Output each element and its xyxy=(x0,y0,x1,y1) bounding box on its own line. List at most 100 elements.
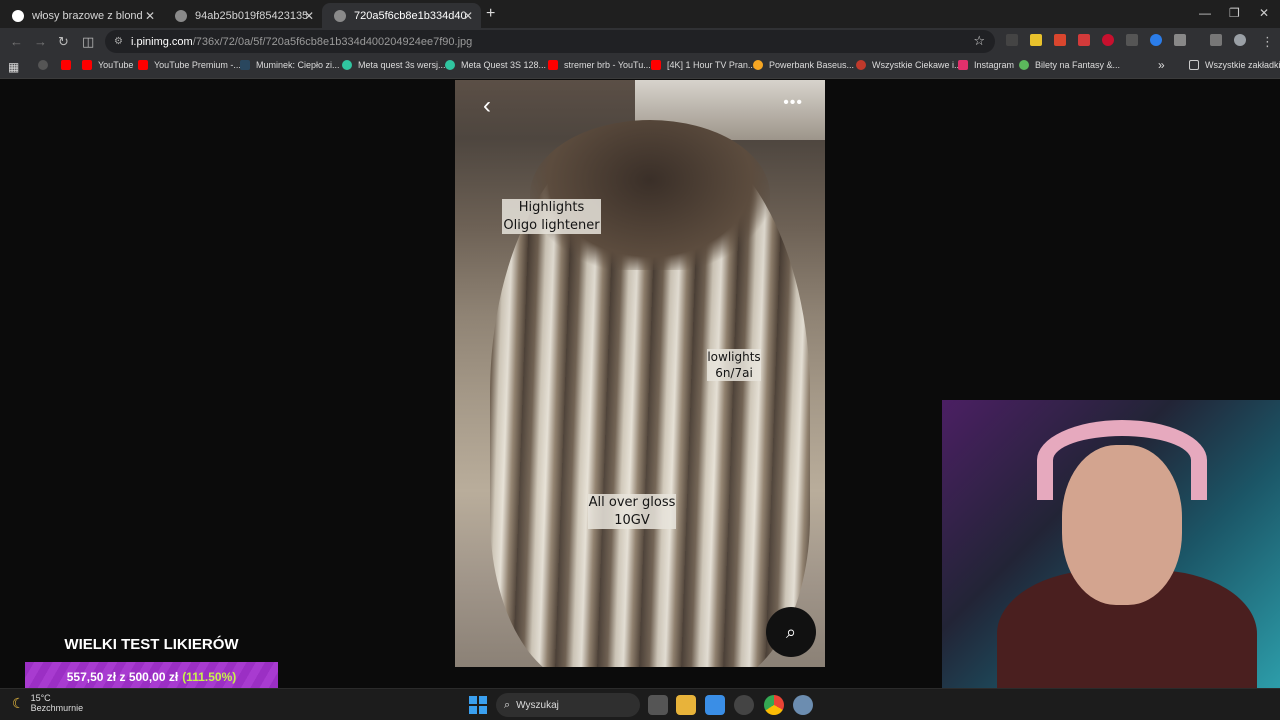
app-icon[interactable] xyxy=(734,695,754,715)
close-tab-icon[interactable]: ✕ xyxy=(145,9,155,23)
file-explorer-icon[interactable] xyxy=(676,695,696,715)
tag-line: All over gloss xyxy=(588,495,676,510)
url-path: /736x/72/0a/5f/720a5f6cb8e1b334d40020492… xyxy=(192,35,473,48)
bookmark-label: stremer brb - YouTu... xyxy=(564,60,651,70)
extension-icon[interactable] xyxy=(1006,34,1018,46)
store-icon[interactable] xyxy=(705,695,725,715)
google-icon xyxy=(12,9,24,22)
bookmark-item[interactable]: stremer brb - YouTu... xyxy=(548,60,651,70)
side-panel-button[interactable]: ◫ xyxy=(82,34,94,50)
bookmark-item[interactable]: [4K] 1 Hour TV Pran... xyxy=(651,60,755,70)
url-host: i.pinimg.com xyxy=(130,35,193,48)
close-tab-icon[interactable]: ✕ xyxy=(304,9,314,23)
reload-button[interactable]: ↻ xyxy=(58,34,69,50)
weather-widget[interactable]: ☾ 15°C Bezchmurnie xyxy=(12,693,83,713)
extensions-puzzle-icon[interactable] xyxy=(1174,34,1186,46)
tab-title: 720a5f6cb8e1b334d40020492 xyxy=(354,9,466,22)
tab-2[interactable]: 94ab25b019f8542313592eed1e ✕ xyxy=(163,3,322,28)
page-content: ‹ ••• Highlights Oligo lightener lowligh… xyxy=(0,80,1280,720)
taskbar-search[interactable]: ⌕ Wyszukaj xyxy=(496,693,640,717)
bookmarks-bar: ▦ YouTube YouTube Premium -... Muminek: … xyxy=(0,55,1280,79)
bookmark-item[interactable]: Wszystkie Ciekawe i... xyxy=(856,60,962,70)
youtube-icon xyxy=(651,60,661,70)
bookmark-label: Wszystkie zakładki xyxy=(1205,60,1280,70)
site-info-icon[interactable]: ⚙ xyxy=(114,36,123,47)
more-options-icon[interactable]: ••• xyxy=(783,94,803,112)
minimize-button[interactable]: — xyxy=(1199,6,1211,20)
new-tab-button[interactable]: + xyxy=(486,5,495,23)
windows-start-icon[interactable] xyxy=(469,696,487,714)
back-button[interactable]: ← xyxy=(10,34,23,49)
goal-percent: (111.50%) xyxy=(182,670,237,684)
settings-icon[interactable] xyxy=(793,695,813,715)
tab-title: 94ab25b019f8542313592eed1e xyxy=(195,9,307,22)
tab-3-active[interactable]: 720a5f6cb8e1b334d40020492 ✕ xyxy=(322,3,481,28)
youtube-icon xyxy=(548,60,558,70)
forward-button[interactable]: → xyxy=(34,34,47,49)
instagram-icon xyxy=(958,60,968,70)
close-window-button[interactable]: ✕ xyxy=(1259,6,1269,20)
extension-icon[interactable] xyxy=(1030,34,1042,46)
bookmark-label: Powerbank Baseus... xyxy=(769,60,855,70)
tab-1[interactable]: włosy brazowe z blond pasemk ✕ xyxy=(0,3,163,28)
site-icon xyxy=(445,60,455,70)
all-bookmarks-folder[interactable]: Wszystkie zakładki xyxy=(1189,60,1280,70)
site-icon xyxy=(856,60,866,70)
tag-line: 10GV xyxy=(614,512,650,528)
extension-icon[interactable] xyxy=(1150,34,1162,46)
bookmark-label: YouTube xyxy=(98,60,134,70)
extension-icon[interactable] xyxy=(1078,34,1090,46)
bookmark-label: Meta quest 3s wersj... xyxy=(358,60,446,70)
close-tab-icon[interactable]: ✕ xyxy=(463,9,473,23)
goal-separator: z xyxy=(119,670,126,684)
extension-icon[interactable] xyxy=(1102,34,1114,46)
apps-grid-icon[interactable]: ▦ xyxy=(8,60,19,74)
bookmark-label: YouTube Premium -... xyxy=(154,60,241,70)
bookmark-item[interactable]: Meta quest 3s wersj... xyxy=(342,60,446,70)
search-icon: ⌕ xyxy=(504,698,511,711)
bookmark-label: Muminek: Ciepło zi... xyxy=(256,60,340,70)
pin-image[interactable]: ‹ ••• Highlights Oligo lightener lowligh… xyxy=(455,80,825,667)
bookmarks-overflow-button[interactable]: » xyxy=(1158,58,1165,72)
bookmark-item[interactable]: YouTube Premium -... xyxy=(138,60,241,70)
extension-icon[interactable] xyxy=(1126,34,1138,46)
menu-kebab-icon[interactable]: ⋮ xyxy=(1261,34,1274,50)
tag-line: lowlights xyxy=(707,350,761,364)
cat-ear-headset xyxy=(1037,420,1207,500)
search-placeholder: Wyszukaj xyxy=(516,699,559,711)
bookmark-icon-only[interactable] xyxy=(38,60,54,70)
bookmark-youtube-icon[interactable] xyxy=(61,60,77,70)
youtube-icon xyxy=(138,60,148,70)
bookmark-item[interactable]: Bilety na Fantasy &... xyxy=(1019,60,1120,70)
browser-toolbar: ← → ↻ ◫ ⚙ i.pinimg.com /736x/72/0a/5f/72… xyxy=(0,28,1280,55)
youtube-icon xyxy=(82,60,92,70)
media-controls-icon[interactable] xyxy=(1210,34,1222,46)
tag-line: Highlights xyxy=(518,200,585,215)
bookmark-star-icon[interactable]: ☆ xyxy=(973,33,985,49)
visual-search-icon[interactable]: ⌕ xyxy=(766,607,816,657)
bookmark-label: Instagram xyxy=(974,60,1015,70)
temperature: 15°C xyxy=(30,693,51,703)
maximize-button[interactable]: ❐ xyxy=(1229,6,1240,20)
windows-taskbar: ☾ 15°C Bezchmurnie ⌕ Wyszukaj xyxy=(0,688,1280,720)
webcam-overlay xyxy=(942,400,1280,720)
task-view-icon[interactable] xyxy=(648,695,668,715)
extension-icon[interactable] xyxy=(1054,34,1066,46)
address-bar[interactable]: ⚙ i.pinimg.com /736x/72/0a/5f/720a5f6cb8… xyxy=(105,30,995,53)
profile-avatar[interactable] xyxy=(1234,34,1246,46)
chrome-icon[interactable] xyxy=(764,695,784,715)
bookmark-label: Bilety na Fantasy &... xyxy=(1035,60,1121,70)
steam-icon xyxy=(240,60,250,70)
bookmark-item[interactable]: Meta Quest 3S 128... xyxy=(445,60,546,70)
hair-roots xyxy=(530,120,770,270)
site-icon xyxy=(753,60,763,70)
bookmark-item[interactable]: YouTube xyxy=(82,60,133,70)
globe-icon xyxy=(175,9,187,22)
bookmark-item[interactable]: Powerbank Baseus... xyxy=(753,60,854,70)
folder-icon xyxy=(1189,60,1199,70)
back-arrow-icon[interactable]: ‹ xyxy=(483,92,491,120)
bookmark-item[interactable]: Muminek: Ciepło zi... xyxy=(240,60,340,70)
gloss-tag: All over gloss 10GV xyxy=(588,494,676,530)
bookmark-item[interactable]: Instagram xyxy=(958,60,1014,70)
tag-line: 6n/7ai xyxy=(715,366,753,381)
